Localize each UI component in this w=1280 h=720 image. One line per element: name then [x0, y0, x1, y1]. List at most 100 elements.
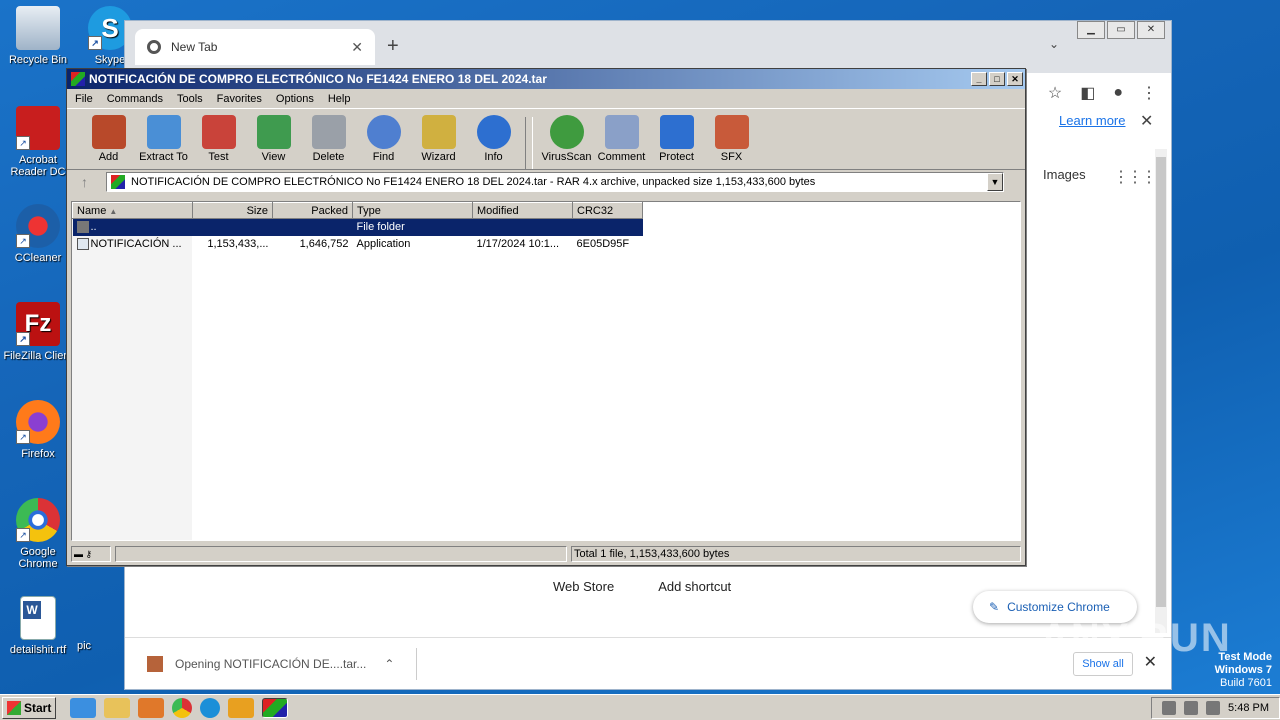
column-name[interactable]: Name ▲ [72, 202, 193, 219]
new-tab-button[interactable]: + [387, 35, 399, 58]
desktop-icon-firefox[interactable]: ↗ Firefox [0, 400, 76, 460]
tool-label: Delete [312, 151, 345, 163]
protect-button[interactable]: Protect [649, 115, 704, 163]
office-icon[interactable] [228, 697, 254, 718]
scrollbar-thumb[interactable] [1156, 157, 1166, 607]
action-center-flag-icon[interactable] [1206, 700, 1221, 715]
start-button[interactable]: Start [2, 696, 56, 719]
column-header-label: Name [77, 204, 107, 217]
download-item-label[interactable]: Opening NOTIFICACIÓN DE....tar... [175, 657, 366, 671]
virusscan-button[interactable]: VirusScan [539, 115, 594, 163]
menu-tools[interactable]: Tools [177, 93, 203, 105]
learn-more-link[interactable]: Learn more [1059, 113, 1125, 128]
status-total: Total 1 file, 1,153,433,600 bytes [571, 546, 1021, 562]
table-row[interactable]: NOTIFICACIÓN ... 1,153,433,... 1,646,752… [73, 236, 643, 253]
up-arrow-icon[interactable]: ↑ [81, 174, 88, 190]
minimize-button[interactable]: _ [971, 72, 987, 86]
test-button[interactable]: Test [191, 115, 246, 163]
pencil-icon: ✎ [989, 600, 1000, 614]
profile-avatar-icon[interactable]: ● [1113, 84, 1123, 102]
tab-new-tab[interactable]: New Tab ✕ [135, 29, 375, 65]
info-icon [476, 115, 511, 149]
bookmark-star-icon[interactable]: ☆ [1048, 83, 1062, 103]
delete-button[interactable]: Delete [301, 115, 356, 163]
desktop-icon-chrome[interactable]: ↗ Google Chrome [0, 498, 76, 570]
web-store-shortcut[interactable]: Web Store [553, 579, 614, 594]
page-scrollbar[interactable] [1155, 149, 1167, 633]
edge-icon[interactable] [200, 697, 220, 718]
wizard-button[interactable]: Wizard [411, 115, 466, 163]
sort-ascending-icon: ▲ [109, 206, 118, 216]
dismiss-icon[interactable]: ✕ [1140, 111, 1153, 131]
menu-commands[interactable]: Commands [107, 93, 163, 105]
file-explorer-icon[interactable] [104, 697, 130, 718]
add-button[interactable]: Add [81, 115, 136, 163]
table-row[interactable]: .. File folder [72, 218, 643, 236]
row-name: NOTIFICACIÓN ... [73, 236, 193, 253]
desktop-icon-acrobat[interactable]: ↗ Acrobat Reader DC [0, 106, 76, 178]
desktop-icon-ccleaner[interactable]: ↗ CCleaner [0, 204, 76, 264]
row-crc: 6E05D95F [576, 238, 630, 250]
archive-path-combobox[interactable]: NOTIFICACIÓN DE COMPRO ELECTRÓNICO No FE… [106, 172, 1004, 192]
desktop-icon-recycle-bin[interactable]: Recycle Bin [0, 6, 76, 66]
anyrun-watermark: ANY.RUN [1040, 616, 1232, 660]
dropdown-arrow-icon[interactable]: ▼ [987, 173, 1003, 191]
images-link[interactable]: Images [1043, 167, 1086, 182]
toolbar-actions: ☆ ◧ ● ⋮ [1048, 73, 1157, 113]
column-size[interactable]: Size [192, 202, 273, 219]
chevron-up-icon[interactable]: ⌃ [384, 657, 394, 671]
chrome-taskbar-icon[interactable] [172, 697, 192, 718]
column-packed[interactable]: Packed [272, 202, 353, 219]
maximize-button[interactable]: ▭ [1107, 21, 1135, 39]
shortcut-arrow-icon: ↗ [88, 36, 102, 50]
internet-explorer-icon[interactable] [70, 697, 96, 718]
maximize-button[interactable]: □ [989, 72, 1005, 86]
desktop-icon-filezilla[interactable]: Fz ↗ FileZilla Client [0, 302, 76, 362]
sfx-button[interactable]: SFX [704, 115, 759, 163]
extract-to-button[interactable]: Extract To [136, 115, 191, 163]
close-button[interactable]: ✕ [1137, 21, 1165, 39]
menu-file[interactable]: File [75, 93, 93, 105]
find-button[interactable]: Find [356, 115, 411, 163]
info-button[interactable]: Info [466, 115, 521, 163]
close-tab-icon[interactable]: ✕ [351, 39, 363, 56]
winrar-taskbar-icon[interactable] [262, 697, 288, 718]
firefox-icon: ↗ [16, 400, 60, 444]
row-type: Application [356, 238, 411, 250]
network-icon[interactable] [1184, 700, 1199, 715]
menu-favorites[interactable]: Favorites [217, 93, 262, 105]
media-player-icon[interactable] [138, 697, 164, 718]
comment-icon [604, 115, 639, 149]
tool-label: VirusScan [541, 151, 592, 163]
column-crc32[interactable]: CRC32 [572, 202, 643, 219]
path-bar: ↑ NOTIFICACIÓN DE COMPRO ELECTRÓNICO No … [67, 170, 1025, 194]
chrome-menu-icon[interactable]: ⋮ [1141, 83, 1157, 103]
winrar-title-bar[interactable]: NOTIFICACIÓN DE COMPRO ELECTRÓNICO No FE… [67, 69, 1025, 89]
minimize-button[interactable]: ▁ [1077, 21, 1105, 39]
tab-search-chevron-icon[interactable]: ⌄ [1049, 37, 1059, 51]
google-apps-icon[interactable]: ⋮⋮⋮ [1113, 167, 1157, 187]
drive-key-icon[interactable]: ▬ ⚷ [71, 546, 111, 562]
application-file-icon [76, 238, 89, 251]
volume-icon[interactable] [1162, 700, 1177, 715]
add-shortcut-button[interactable]: Add shortcut [658, 579, 731, 594]
tool-label: Test [208, 151, 229, 163]
menu-help[interactable]: Help [328, 93, 351, 105]
side-panel-icon[interactable]: ◧ [1080, 83, 1095, 103]
winrar-icon [111, 175, 125, 189]
close-button[interactable]: ✕ [1007, 72, 1023, 86]
book-icon [256, 115, 291, 149]
filezilla-icon: Fz ↗ [16, 302, 60, 346]
view-button[interactable]: View [246, 115, 301, 163]
column-modified[interactable]: Modified [472, 202, 573, 219]
menu-options[interactable]: Options [276, 93, 314, 105]
download-bar: Opening NOTIFICACIÓN DE....tar... ⌃ Show… [125, 637, 1171, 689]
comment-button[interactable]: Comment [594, 115, 649, 163]
clock[interactable]: 5:48 PM [1228, 702, 1269, 714]
winrar-window: NOTIFICACIÓN DE COMPRO ELECTRÓNICO No FE… [66, 68, 1026, 566]
tab-title: New Tab [171, 40, 218, 54]
desktop-icon-pic[interactable]: pic [44, 640, 124, 652]
toolbar-separator [525, 117, 533, 169]
row-packed [272, 218, 353, 236]
column-type[interactable]: Type [352, 202, 473, 219]
